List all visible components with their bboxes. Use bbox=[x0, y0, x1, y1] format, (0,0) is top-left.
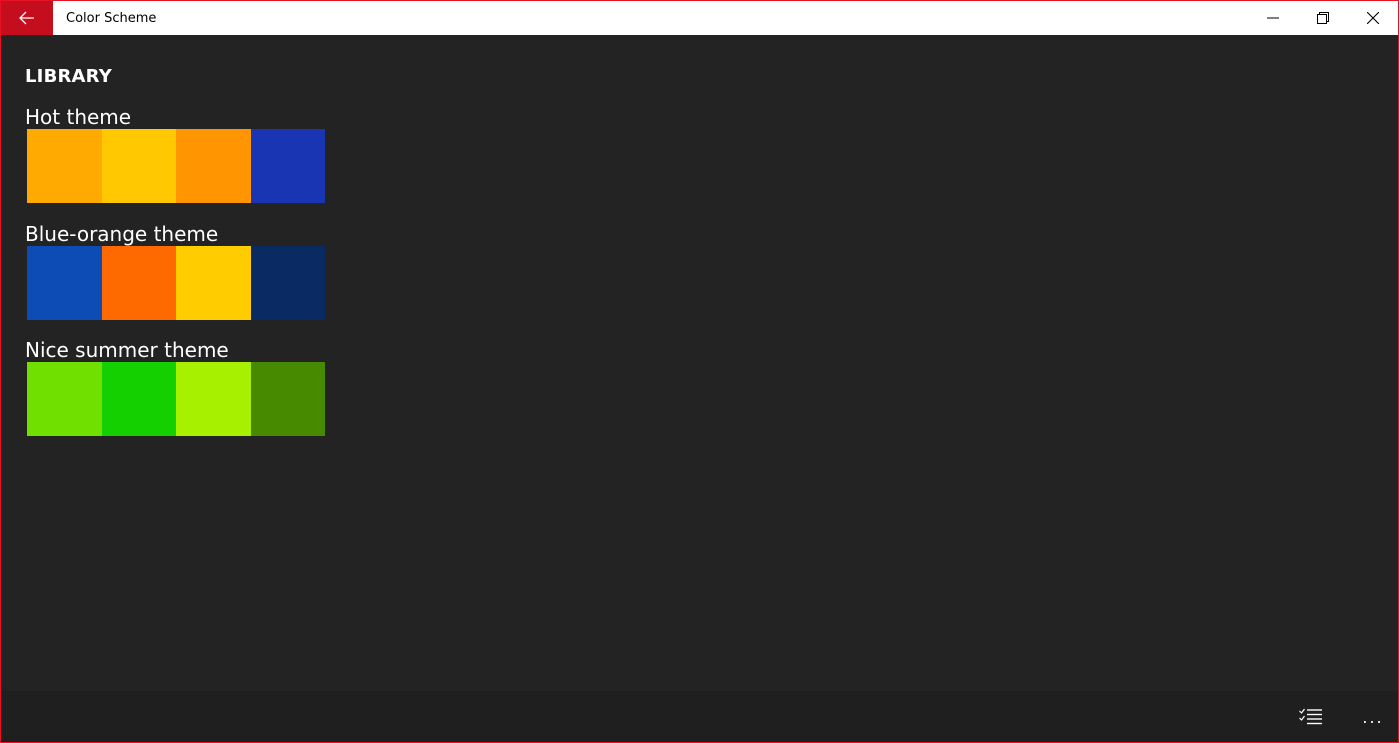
more-button[interactable]: ... bbox=[1353, 701, 1393, 733]
app-window: Color Scheme LIBRARY Hot theme Blue-oran… bbox=[0, 0, 1399, 743]
color-swatch bbox=[250, 362, 325, 436]
color-swatch bbox=[176, 246, 251, 320]
theme-name: Hot theme bbox=[25, 105, 132, 129]
select-list-icon bbox=[1299, 708, 1322, 725]
theme-name: Nice summer theme bbox=[25, 338, 229, 362]
theme-item-hot[interactable]: Hot theme bbox=[25, 105, 335, 203]
close-icon bbox=[1367, 12, 1379, 24]
minimize-icon bbox=[1267, 17, 1279, 19]
color-swatch bbox=[27, 246, 102, 320]
color-swatch bbox=[101, 129, 176, 203]
color-swatches bbox=[27, 362, 325, 436]
theme-item-nice-summer[interactable]: Nice summer theme bbox=[25, 338, 335, 436]
close-button[interactable] bbox=[1348, 1, 1398, 35]
color-swatch bbox=[250, 129, 325, 203]
color-swatches bbox=[27, 129, 325, 203]
select-button[interactable] bbox=[1291, 701, 1331, 733]
color-swatch bbox=[176, 129, 251, 203]
back-button[interactable] bbox=[1, 1, 53, 35]
minimize-button[interactable] bbox=[1248, 1, 1298, 35]
back-arrow-icon bbox=[19, 11, 34, 25]
color-swatch bbox=[27, 129, 102, 203]
title-bar: Color Scheme bbox=[1, 1, 1398, 35]
caption-buttons bbox=[1248, 1, 1398, 35]
color-swatches bbox=[27, 246, 325, 320]
color-swatch bbox=[101, 362, 176, 436]
restore-icon bbox=[1317, 12, 1329, 24]
color-swatch bbox=[176, 362, 251, 436]
restore-button[interactable] bbox=[1298, 1, 1348, 35]
library-heading: LIBRARY bbox=[25, 66, 112, 87]
more-icon: ... bbox=[1362, 707, 1384, 727]
main-content: LIBRARY Hot theme Blue-orange theme Nice… bbox=[1, 35, 1398, 691]
color-swatch bbox=[250, 246, 325, 320]
color-swatch bbox=[101, 246, 176, 320]
theme-name: Blue-orange theme bbox=[25, 222, 219, 246]
command-bar: ... bbox=[1, 691, 1398, 742]
theme-item-blue-orange[interactable]: Blue-orange theme bbox=[25, 222, 335, 320]
color-swatch bbox=[27, 362, 102, 436]
window-title: Color Scheme bbox=[66, 10, 157, 26]
